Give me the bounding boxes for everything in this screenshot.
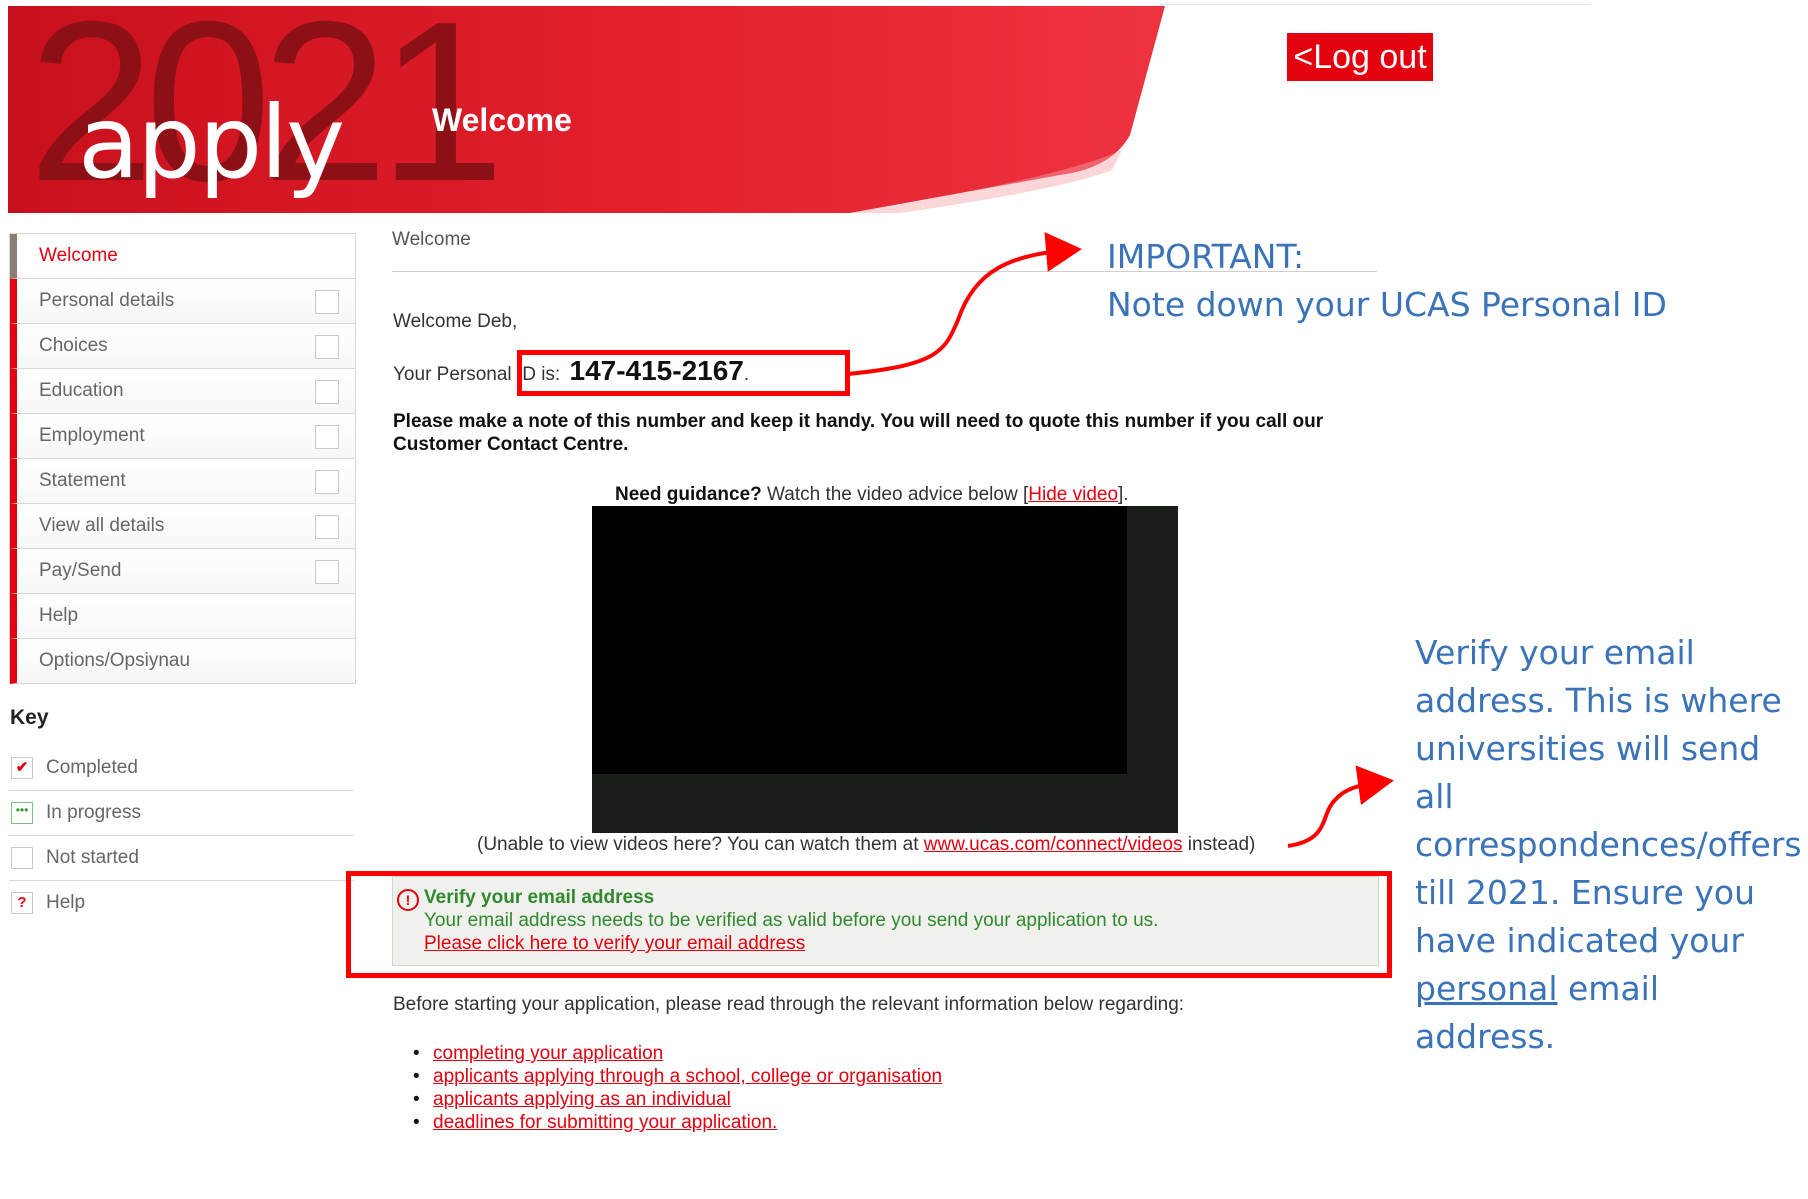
verify-annotation: Verify your email address. This is where… — [1415, 629, 1805, 1061]
arrow-to-important-note — [847, 232, 1082, 376]
important-annotation: IMPORTANT: Note down your UCAS Personal … — [1107, 233, 1667, 329]
important-annotation-line2: Note down your UCAS Personal ID — [1107, 285, 1667, 324]
verify-annotation-part1: Verify your email address. This is where… — [1415, 633, 1802, 960]
arrow-to-verify-note — [1287, 765, 1394, 848]
verify-annotation-underlined: personal — [1415, 969, 1558, 1008]
important-annotation-line1: IMPORTANT: — [1107, 237, 1305, 276]
